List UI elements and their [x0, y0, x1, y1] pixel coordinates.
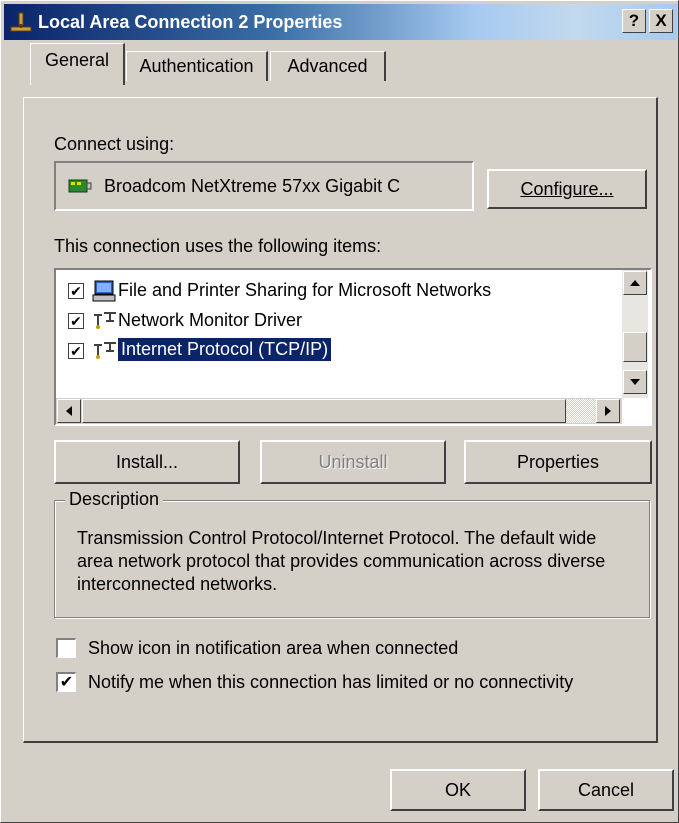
description-text: Transmission Control Protocol/Internet P… — [77, 528, 606, 594]
cancel-label: Cancel — [577, 779, 635, 800]
network-adapter-icon — [68, 177, 92, 200]
ok-label: OK — [444, 779, 471, 800]
notify-option[interactable]: ✔ Notify me when this connection has lim… — [54, 669, 654, 697]
properties-button[interactable]: Properties — [464, 440, 652, 484]
item-label: File and Printer Sharing for Microsoft N… — [118, 280, 492, 300]
items-label: This connection uses the following items… — [54, 236, 382, 256]
adapter-field: Broadcom NetXtreme 57xx Gigabit C — [54, 161, 474, 211]
adapter-name: Broadcom NetXtreme 57xx Gigabit C — [104, 176, 401, 196]
title-bar[interactable]: Local Area Connection 2 Properties ? X — [4, 4, 677, 40]
help-button[interactable]: ? — [622, 9, 646, 33]
notify-label: Notify me when this connection has limit… — [88, 672, 574, 692]
general-tab-panel: Connect using: Broadcom NetXtreme 57xx G… — [23, 97, 658, 743]
tab-authentication[interactable]: Authentication — [126, 51, 268, 81]
item-checkbox[interactable]: ✔ — [68, 313, 84, 329]
arrow-up-icon — [630, 280, 640, 286]
list-item[interactable]: ✔ File and Printer Sharing for Microsoft… — [56, 276, 616, 306]
install-button[interactable]: Install... — [54, 440, 240, 484]
description-group: Description Transmission Control Protoco… — [54, 489, 650, 618]
configure-button[interactable]: Configure... — [487, 169, 647, 209]
network-protocol-icon — [92, 341, 118, 366]
close-button[interactable]: X — [649, 9, 673, 33]
arrow-right-icon — [605, 406, 611, 416]
scroll-down-button[interactable] — [623, 370, 647, 394]
connect-using-label: Connect using: — [54, 134, 175, 154]
notify-checkbox[interactable]: ✔ — [56, 672, 76, 692]
cancel-button[interactable]: Cancel — [538, 769, 674, 811]
tab-advanced[interactable]: Advanced — [270, 51, 386, 81]
arrow-left-icon — [66, 406, 72, 416]
vertical-scrollbar[interactable] — [622, 270, 648, 398]
description-legend: Description — [65, 489, 164, 510]
horizontal-scrollbar[interactable] — [56, 398, 622, 424]
tab-general[interactable]: General — [30, 43, 125, 85]
printer-sharing-icon — [92, 279, 116, 308]
uninstall-button[interactable]: Uninstall — [260, 440, 446, 484]
horizontal-scroll-thumb[interactable] — [82, 399, 566, 423]
show-icon-label: Show icon in notification area when conn… — [88, 638, 459, 658]
scroll-track[interactable] — [566, 399, 596, 423]
list-item[interactable]: ✔ Internet Protocol (TCP/IP) — [56, 336, 616, 366]
components-list[interactable]: ✔ File and Printer Sharing for Microsoft… — [54, 268, 652, 426]
arrow-down-icon — [630, 379, 640, 385]
item-checkbox[interactable]: ✔ — [68, 283, 84, 299]
scroll-thumb[interactable] — [623, 332, 647, 362]
list-item[interactable]: ✔ Network Monitor Driver — [56, 306, 616, 336]
scroll-right-button[interactable] — [596, 399, 620, 423]
ok-button[interactable]: OK — [390, 769, 526, 811]
install-label: Install... — [115, 451, 179, 472]
item-label: Network Monitor Driver — [118, 310, 303, 330]
item-label-selected: Internet Protocol (TCP/IP) — [116, 337, 333, 362]
show-icon-option[interactable]: Show icon in notification area when conn… — [54, 635, 644, 663]
scroll-up-button[interactable] — [623, 271, 647, 295]
uninstall-label: Uninstall — [318, 451, 388, 472]
network-protocol-icon — [92, 311, 118, 336]
configure-label: Configure... — [520, 178, 614, 199]
properties-dialog: Local Area Connection 2 Properties ? X G… — [0, 0, 679, 823]
network-connection-icon — [9, 11, 33, 35]
item-checkbox[interactable]: ✔ — [68, 343, 84, 359]
properties-label: Properties — [516, 451, 600, 472]
window-title: Local Area Connection 2 Properties — [38, 12, 343, 32]
show-icon-checkbox[interactable] — [56, 638, 76, 658]
scroll-left-button[interactable] — [57, 399, 81, 423]
